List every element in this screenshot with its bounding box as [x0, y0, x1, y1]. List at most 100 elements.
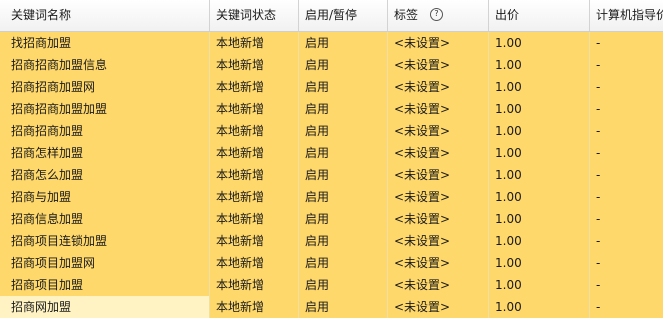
keyword-status-cell[interactable]: 本地新增: [210, 76, 299, 98]
table-row[interactable]: 招商招商加盟网 本地新增 启用 <未设置> 1.00-: [0, 76, 663, 98]
bid-cell[interactable]: 1.00: [489, 208, 590, 230]
keyword-status-cell[interactable]: 本地新增: [210, 120, 299, 142]
tag-cell[interactable]: <未设置>: [388, 186, 489, 208]
keyword-name-cell[interactable]: 招商招商加盟网: [0, 76, 210, 98]
table-row[interactable]: 招商与加盟 本地新增 启用 <未设置> 1.00-: [0, 186, 663, 208]
suggested-price-cell[interactable]: -: [590, 76, 663, 98]
bid-cell[interactable]: 1.00: [489, 230, 590, 252]
suggested-price-cell[interactable]: -: [590, 142, 663, 164]
bid-cell[interactable]: 1.00: [489, 186, 590, 208]
keyword-name-cell[interactable]: 找招商加盟: [0, 32, 210, 54]
table-row[interactable]: 招商招商加盟加盟 本地新增 启用 <未设置> 1.00-: [0, 98, 663, 120]
keyword-name-cell[interactable]: 招商项目连锁加盟: [0, 230, 210, 252]
keyword-status-cell[interactable]: 本地新增: [210, 208, 299, 230]
enable-status-cell[interactable]: 启用: [299, 208, 388, 230]
bid-cell[interactable]: 1.00: [489, 32, 590, 54]
keyword-status-cell[interactable]: 本地新增: [210, 274, 299, 296]
enable-status-cell[interactable]: 启用: [299, 230, 388, 252]
tag-cell[interactable]: <未设置>: [388, 296, 489, 318]
bid-cell[interactable]: 1.00: [489, 98, 590, 120]
enable-status-cell[interactable]: 启用: [299, 164, 388, 186]
tag-cell[interactable]: <未设置>: [388, 54, 489, 76]
tag-cell[interactable]: <未设置>: [388, 32, 489, 54]
keyword-status-cell[interactable]: 本地新增: [210, 32, 299, 54]
tag-cell[interactable]: <未设置>: [388, 274, 489, 296]
suggested-price-cell[interactable]: -: [590, 164, 663, 186]
column-header-enable-pause[interactable]: 启用/暂停: [299, 0, 388, 31]
keyword-name-cell[interactable]: 招商招商加盟信息: [0, 54, 210, 76]
keyword-status-cell[interactable]: 本地新增: [210, 142, 299, 164]
suggested-price-cell[interactable]: -: [590, 98, 663, 120]
enable-status-cell[interactable]: 启用: [299, 120, 388, 142]
suggested-price-cell[interactable]: -: [590, 54, 663, 76]
enable-status-cell[interactable]: 启用: [299, 186, 388, 208]
keyword-status-cell[interactable]: 本地新增: [210, 230, 299, 252]
suggested-price-cell[interactable]: -: [590, 252, 663, 274]
bid-cell[interactable]: 1.00: [489, 164, 590, 186]
tag-cell[interactable]: <未设置>: [388, 142, 489, 164]
enable-status-cell[interactable]: 启用: [299, 76, 388, 98]
enable-status-cell[interactable]: 启用: [299, 252, 388, 274]
keyword-name-cell[interactable]: 招商网加盟: [0, 296, 210, 318]
tag-cell[interactable]: <未设置>: [388, 98, 489, 120]
keyword-name-cell[interactable]: 招商招商加盟加盟: [0, 98, 210, 120]
tag-cell[interactable]: <未设置>: [388, 76, 489, 98]
table-row[interactable]: 找招商加盟 本地新增 启用 <未设置> 1.00-: [0, 32, 663, 54]
keyword-name-cell[interactable]: 招商与加盟: [0, 186, 210, 208]
table-row[interactable]: 招商项目加盟 本地新增 启用 <未设置> 1.00-: [0, 274, 663, 296]
suggested-price-cell[interactable]: -: [590, 208, 663, 230]
column-header-label: 出价: [495, 8, 520, 22]
keyword-status-cell[interactable]: 本地新增: [210, 296, 299, 318]
suggested-price-cell[interactable]: -: [590, 120, 663, 142]
tag-cell[interactable]: <未设置>: [388, 164, 489, 186]
column-header-keyword-status[interactable]: 关键词状态: [210, 0, 299, 31]
suggested-price-cell[interactable]: -: [590, 32, 663, 54]
table-row[interactable]: 招商项目加盟网 本地新增 启用 <未设置> 1.00-: [0, 252, 663, 274]
enable-status-cell[interactable]: 启用: [299, 296, 388, 318]
bid-cell[interactable]: 1.00: [489, 252, 590, 274]
suggested-price-cell[interactable]: -: [590, 274, 663, 296]
column-header-bid[interactable]: 出价: [489, 0, 590, 31]
suggested-price-cell[interactable]: -: [590, 230, 663, 252]
bid-cell[interactable]: 1.00: [489, 274, 590, 296]
column-header-keyword-name[interactable]: 关键词名称: [0, 0, 210, 31]
help-icon[interactable]: ?: [430, 8, 444, 21]
tag-cell[interactable]: <未设置>: [388, 208, 489, 230]
column-header-label: 计算机指导价: [596, 8, 663, 22]
bid-cell[interactable]: 1.00: [489, 120, 590, 142]
tag-cell[interactable]: <未设置>: [388, 230, 489, 252]
keyword-status-cell[interactable]: 本地新增: [210, 164, 299, 186]
enable-status-cell[interactable]: 启用: [299, 274, 388, 296]
tag-cell[interactable]: <未设置>: [388, 120, 489, 142]
keyword-status-cell[interactable]: 本地新增: [210, 98, 299, 120]
keyword-status-cell[interactable]: 本地新增: [210, 54, 299, 76]
table-row[interactable]: 招商怎么加盟 本地新增 启用 <未设置> 1.00-: [0, 164, 663, 186]
enable-status-cell[interactable]: 启用: [299, 54, 388, 76]
suggested-price-cell[interactable]: -: [590, 186, 663, 208]
table-row[interactable]: 招商项目连锁加盟 本地新增 启用 <未设置> 1.00-: [0, 230, 663, 252]
table-row[interactable]: 招商网加盟 本地新增 启用 <未设置> 1.00-: [0, 296, 663, 318]
column-header-suggested-price[interactable]: 计算机指导价: [590, 0, 663, 31]
bid-cell[interactable]: 1.00: [489, 296, 590, 318]
column-header-tag[interactable]: 标签?: [388, 0, 489, 31]
tag-cell[interactable]: <未设置>: [388, 252, 489, 274]
keyword-status-cell[interactable]: 本地新增: [210, 252, 299, 274]
bid-cell[interactable]: 1.00: [489, 54, 590, 76]
bid-cell[interactable]: 1.00: [489, 142, 590, 164]
enable-status-cell[interactable]: 启用: [299, 32, 388, 54]
keyword-name-cell[interactable]: 招商怎么加盟: [0, 164, 210, 186]
table-row[interactable]: 招商信息加盟 本地新增 启用 <未设置> 1.00-: [0, 208, 663, 230]
enable-status-cell[interactable]: 启用: [299, 98, 388, 120]
suggested-price-cell[interactable]: -: [590, 296, 663, 318]
keyword-name-cell[interactable]: 招商招商加盟: [0, 120, 210, 142]
enable-status-cell[interactable]: 启用: [299, 142, 388, 164]
keyword-name-cell[interactable]: 招商项目加盟网: [0, 252, 210, 274]
table-row[interactable]: 招商招商加盟信息 本地新增 启用 <未设置> 1.00-: [0, 54, 663, 76]
keyword-status-cell[interactable]: 本地新增: [210, 186, 299, 208]
bid-cell[interactable]: 1.00: [489, 76, 590, 98]
keyword-name-cell[interactable]: 招商信息加盟: [0, 208, 210, 230]
keyword-name-cell[interactable]: 招商怎样加盟: [0, 142, 210, 164]
table-row[interactable]: 招商怎样加盟 本地新增 启用 <未设置> 1.00-: [0, 142, 663, 164]
keyword-name-cell[interactable]: 招商项目加盟: [0, 274, 210, 296]
table-row[interactable]: 招商招商加盟 本地新增 启用 <未设置> 1.00-: [0, 120, 663, 142]
